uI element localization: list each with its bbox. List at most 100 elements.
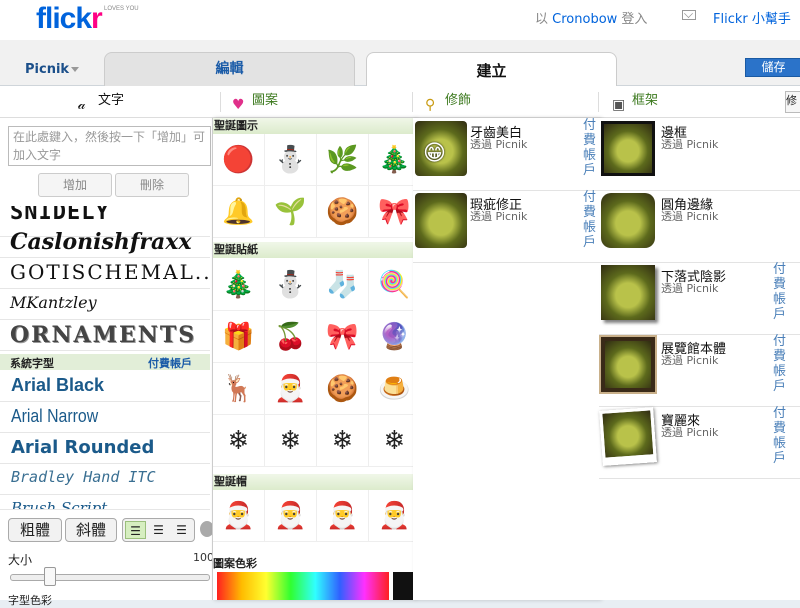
magnifier-icon: ⚲ bbox=[425, 97, 436, 113]
system-font-item[interactable]: Arial Black bbox=[0, 371, 210, 402]
heart-icon: ♥ bbox=[232, 97, 245, 113]
system-font-item[interactable]: Arial Narrow bbox=[0, 402, 210, 433]
font-color-label: 字型色彩 bbox=[8, 594, 52, 607]
stamp-icon[interactable]: 🔔 bbox=[213, 186, 265, 238]
picnik-menu[interactable]: Picnik bbox=[25, 62, 69, 77]
frame-item[interactable]: 展覽館本體 透過 Picnik 付費帳戶 bbox=[599, 334, 800, 407]
system-font-item[interactable]: Brush Script bbox=[0, 495, 210, 510]
stamp-icon[interactable]: 🔮 bbox=[369, 311, 414, 363]
paid-account-link[interactable]: 付費帳戶 bbox=[773, 406, 787, 466]
teeth-icon: 😁 bbox=[423, 141, 446, 166]
system-font-item[interactable]: Arial Rounded bbox=[0, 433, 210, 464]
tab-create[interactable]: 建立 bbox=[366, 52, 617, 87]
stamp-group-header: 聖誕貼紙 bbox=[213, 242, 414, 258]
font-item[interactable]: ORNAMENTS bbox=[0, 320, 210, 351]
stamp-icon[interactable]: 🍒 bbox=[265, 311, 317, 363]
divider bbox=[412, 92, 413, 112]
align-left-icon[interactable]: ☰ bbox=[125, 521, 146, 539]
font-item[interactable]: MKantzley bbox=[0, 289, 210, 320]
stamp-icon[interactable]: 🌿 bbox=[317, 134, 369, 186]
subtab-touchup[interactable]: ⚲ 修飾 bbox=[423, 89, 471, 115]
stamp-icon[interactable]: ❄ bbox=[213, 415, 265, 467]
thumbnail: 😁 bbox=[415, 121, 467, 176]
frame-icon: ▣ bbox=[612, 97, 626, 113]
subtab-stamps[interactable]: ♥ 圖案 bbox=[230, 89, 278, 115]
stamp-icon[interactable]: 🎅 bbox=[317, 490, 369, 542]
subtab-frames[interactable]: ▣ 框架 bbox=[610, 89, 658, 115]
stamp-icon[interactable]: 🎀 bbox=[369, 186, 414, 238]
frames-panel: 邊框 透過 Picnik 圓角邊緣 透過 Picnik 下落式陰影 透過 Pic… bbox=[599, 118, 800, 600]
font-item[interactable]: Caslonishfraxx bbox=[0, 227, 210, 258]
subtab-more[interactable]: 修 bbox=[785, 91, 800, 113]
paid-account-link[interactable]: 付費帳戶 bbox=[773, 262, 787, 322]
thumbnail bbox=[601, 265, 655, 320]
frame-item[interactable]: 圓角邊緣 透過 Picnik bbox=[599, 190, 800, 263]
chevron-down-icon[interactable] bbox=[71, 67, 79, 72]
system-font-item[interactable]: Bradley Hand ITC bbox=[0, 464, 210, 495]
stamp-icon[interactable]: ❄ bbox=[317, 415, 369, 467]
stamp-icon[interactable]: 🌱 bbox=[265, 186, 317, 238]
stamp-icon[interactable]: ❄ bbox=[369, 415, 414, 467]
frame-item[interactable]: 邊框 透過 Picnik bbox=[599, 118, 800, 191]
thumbnail bbox=[599, 407, 657, 466]
save-button[interactable]: 儲存 bbox=[745, 58, 800, 77]
paid-account-link[interactable]: 付費帳戶 bbox=[773, 334, 787, 394]
username-link[interactable]: Cronobow bbox=[552, 12, 617, 27]
stamp-icon[interactable]: 🍮 bbox=[369, 363, 414, 415]
stamp-color-label: 圖案色彩 bbox=[213, 557, 257, 570]
align-right-icon[interactable]: ☰ bbox=[171, 521, 192, 539]
stamp-icon[interactable]: 🎀 bbox=[317, 311, 369, 363]
stamp-icon[interactable]: 🎅 bbox=[265, 490, 317, 542]
stamp-icon[interactable]: 🎄 bbox=[213, 259, 265, 311]
stamp-icon[interactable]: 🦌 bbox=[213, 363, 265, 415]
delete-text-button[interactable]: 刪除 bbox=[115, 173, 189, 197]
divider bbox=[598, 92, 599, 112]
touchup-item[interactable]: 瑕疵修正 透過 Picnik 付費帳戶 bbox=[413, 190, 599, 263]
subtab-text[interactable]: 𝒶 文字 bbox=[76, 89, 124, 115]
mail-icon[interactable] bbox=[682, 10, 696, 20]
align-center-icon[interactable]: ☰ bbox=[148, 521, 169, 539]
stamp-icon[interactable]: 🎅 bbox=[213, 490, 265, 542]
signin-status: 以 Cronobow 登入 bbox=[535, 12, 648, 27]
size-label: 大小 bbox=[8, 553, 33, 567]
system-fonts-header: 系統字型 付費帳戶 bbox=[0, 354, 210, 370]
italic-button[interactable]: 斜體 bbox=[65, 518, 117, 542]
frame-item[interactable]: 寶麗來 透過 Picnik 付費帳戶 bbox=[599, 406, 800, 479]
text-icon: 𝒶 bbox=[78, 97, 86, 113]
size-value: 100 bbox=[193, 551, 214, 564]
stamp-icon[interactable]: 🎄 bbox=[369, 134, 414, 186]
flickr-logo[interactable]: flickr bbox=[36, 2, 103, 36]
color-palette[interactable] bbox=[217, 572, 389, 600]
color-swatch-black[interactable] bbox=[393, 572, 414, 600]
size-slider-handle[interactable] bbox=[44, 567, 56, 586]
stamp-group-header: 聖誕帽 bbox=[213, 474, 414, 490]
paid-account-link[interactable]: 付費帳戶 bbox=[583, 118, 597, 178]
add-text-button[interactable]: 增加 bbox=[38, 173, 112, 197]
bold-button[interactable]: 粗體 bbox=[8, 518, 62, 542]
align-group: ☰ ☰ ☰ bbox=[122, 518, 195, 542]
stamp-icon[interactable]: 🎅 bbox=[265, 363, 317, 415]
font-item[interactable]: GOTISCHEMAL... bbox=[0, 258, 210, 289]
stamp-icon[interactable]: 🎅 bbox=[369, 490, 414, 542]
size-slider[interactable] bbox=[10, 574, 210, 581]
divider bbox=[220, 92, 221, 112]
stamps-panel: 聖誕圖示 🔴 ⛄ 🌿 🎄 🔔 🌱 🍪 🎀 聖誕貼紙 🎄 ⛄ 🧦 🍭 🎁 🍒 🎀 🔮 🦌 🎅 🍪 🍮 ❄ ❄ ❄ ❄ 聖誕帽 … bbox=[212, 118, 415, 600]
paid-account-link[interactable]: 付費帳戶 bbox=[148, 355, 192, 371]
stamp-icon[interactable]: ⛄ bbox=[265, 259, 317, 311]
frame-item[interactable]: 下落式陰影 透過 Picnik 付費帳戶 bbox=[599, 262, 800, 335]
stamp-icon[interactable]: 🍭 bbox=[369, 259, 414, 311]
touchup-panel: 😁 牙齒美白 透過 Picnik 付費帳戶 瑕疵修正 透過 Picnik 付費帳… bbox=[413, 118, 600, 600]
stamp-icon[interactable]: 🎁 bbox=[213, 311, 265, 363]
stamp-icon[interactable]: 🧦 bbox=[317, 259, 369, 311]
stamp-group-header: 聖誕圖示 bbox=[213, 118, 414, 134]
stamp-icon[interactable]: ❄ bbox=[265, 415, 317, 467]
text-input[interactable]: 在此處鍵入，然後按一下「增加」可加入文字 bbox=[8, 126, 211, 166]
touchup-item[interactable]: 😁 牙齒美白 透過 Picnik 付費帳戶 bbox=[413, 118, 599, 191]
stamp-icon[interactable]: 🍪 bbox=[317, 363, 369, 415]
tab-edit[interactable]: 編輯 bbox=[104, 52, 355, 86]
stamp-icon[interactable]: 🔴 bbox=[213, 134, 265, 186]
stamp-icon[interactable]: ⛄ bbox=[265, 134, 317, 186]
helper-link[interactable]: Flickr 小幫手 bbox=[713, 8, 791, 27]
stamp-icon[interactable]: 🍪 bbox=[317, 186, 369, 238]
paid-account-link[interactable]: 付費帳戶 bbox=[583, 190, 597, 250]
